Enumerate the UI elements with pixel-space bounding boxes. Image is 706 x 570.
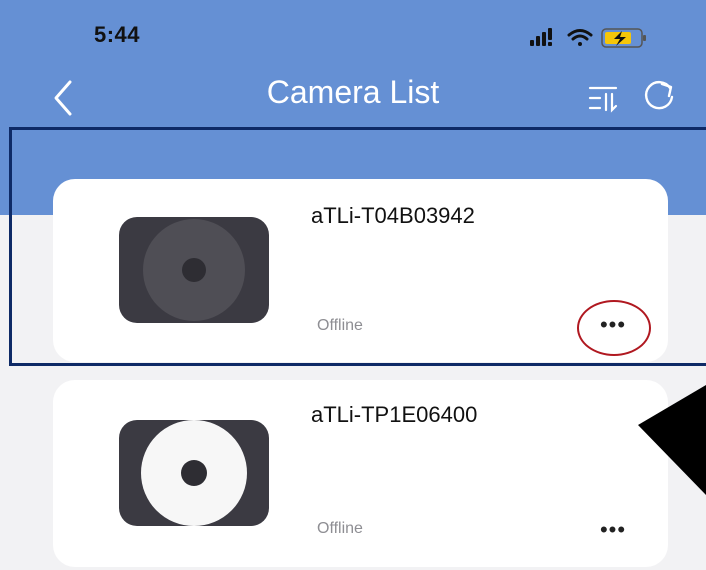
camera-thumbnail (119, 420, 269, 526)
refresh-icon[interactable] (640, 78, 678, 116)
status-time: 5:44 (94, 22, 141, 47)
camera-name: aTLi-T04B03942 (311, 203, 475, 228)
camera-card[interactable]: aTLi-T04B03942 Offline ••• (53, 179, 668, 362)
camera-status: Offline (317, 317, 363, 334)
more-options-button[interactable]: ••• (581, 307, 645, 343)
camera-lens-icon (143, 219, 245, 321)
sort-icon[interactable] (586, 80, 622, 116)
camera-thumbnail (119, 217, 269, 323)
camera-card[interactable]: aTLi-TP1E06400 Offline ••• (53, 380, 668, 567)
status-icons (530, 28, 646, 48)
camera-name: aTLi-TP1E06400 (311, 402, 478, 427)
battery-charging-icon (601, 28, 646, 48)
more-options-button[interactable]: ••• (581, 512, 645, 548)
camera-lens-center (182, 258, 206, 282)
camera-lens-icon (141, 420, 247, 526)
back-chevron-icon[interactable] (46, 76, 86, 120)
signal-icon (530, 28, 552, 46)
camera-status: Offline (317, 520, 363, 537)
wifi-icon (567, 29, 593, 46)
camera-lens-center (181, 460, 207, 486)
